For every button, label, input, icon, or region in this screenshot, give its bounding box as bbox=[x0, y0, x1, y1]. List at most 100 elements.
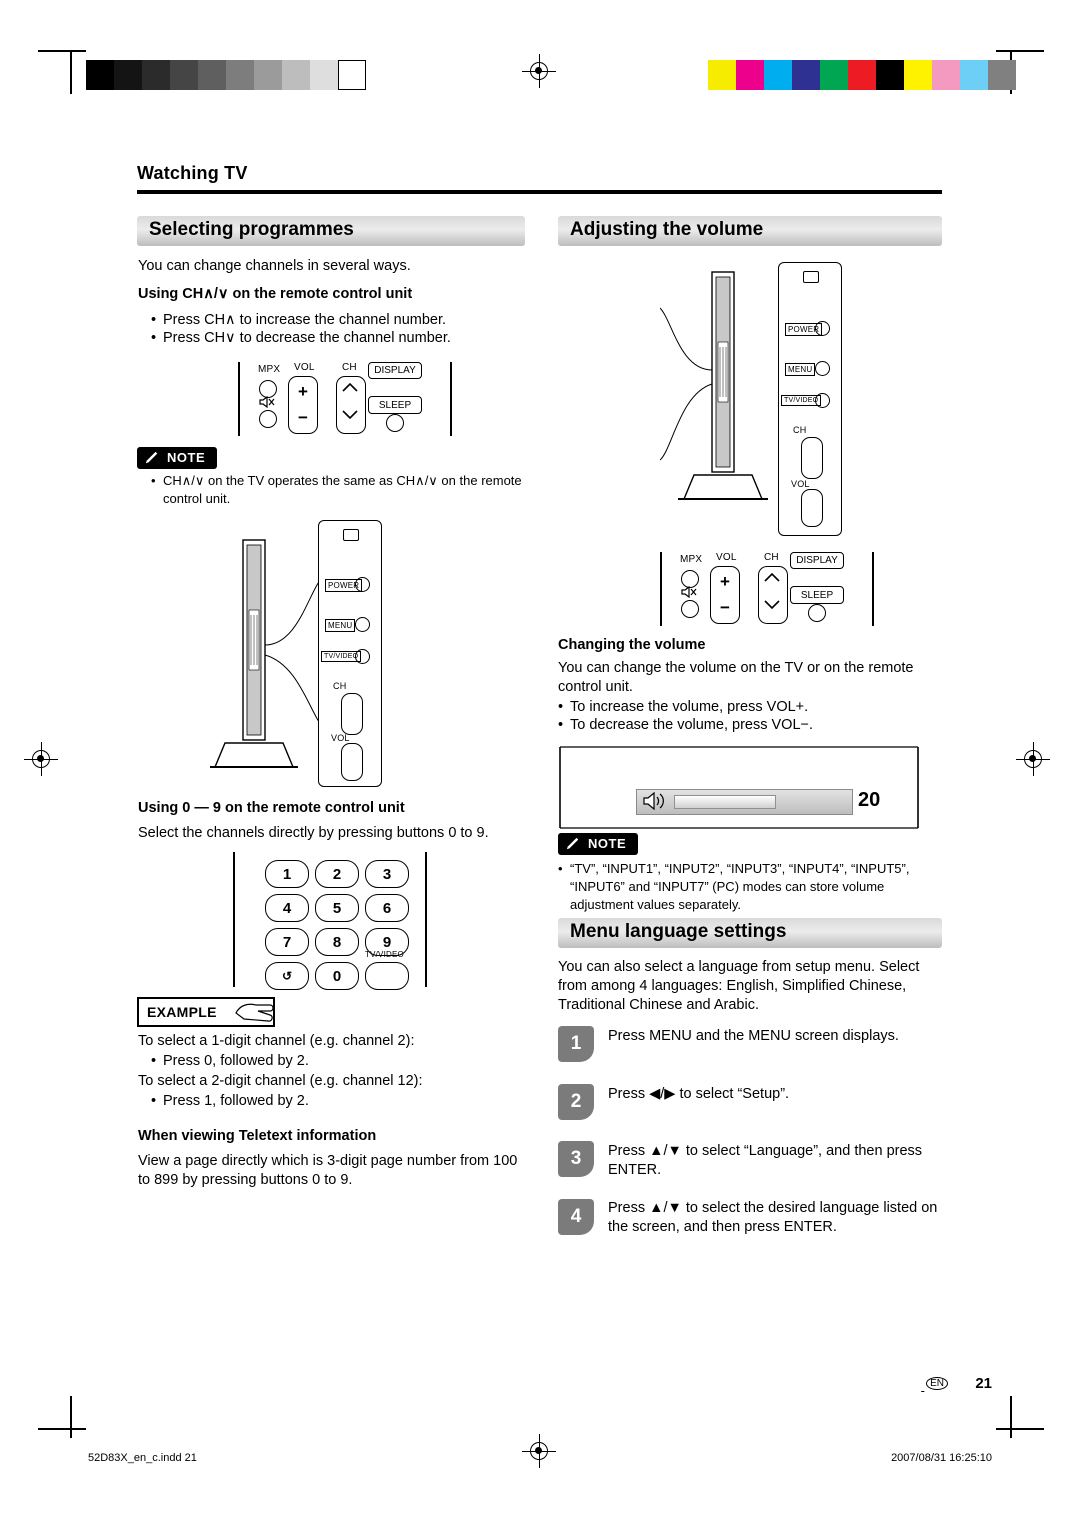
left-subheading-teletext: When viewing Teletext information bbox=[138, 1128, 377, 1144]
header-rule bbox=[137, 190, 942, 194]
numkey-3[interactable]: 3 bbox=[365, 860, 409, 888]
panel-right-key-vol[interactable] bbox=[801, 489, 823, 527]
numkey-1[interactable]: 1 bbox=[265, 860, 309, 888]
panel-key-ch[interactable] bbox=[341, 693, 363, 735]
banner-menu-language-label: Menu language settings bbox=[570, 921, 787, 942]
left-number-keys-text: Select the channels directly by pressing… bbox=[138, 825, 489, 841]
right-note-text: “TV”, “INPUT1”, “INPUT2”, “INPUT3”, “INP… bbox=[558, 860, 942, 914]
crop-mark-br-v bbox=[1010, 1396, 1012, 1438]
keypad-edge-right bbox=[425, 852, 427, 987]
numkey-7[interactable]: 7 bbox=[265, 928, 309, 956]
numkey-return[interactable]: ↺ bbox=[265, 962, 309, 990]
right-label-mpx: MPX bbox=[680, 554, 703, 565]
left-subheading-ch-keys: Using CH∧/∨ on the remote control unit bbox=[138, 286, 413, 302]
step-number-2: 2 bbox=[558, 1084, 594, 1120]
panel-key-power[interactable] bbox=[355, 577, 370, 592]
ch-down-icon bbox=[342, 410, 358, 420]
right-key-sleep[interactable]: SLEEP bbox=[790, 586, 844, 604]
example-line-1: To select a 1-digit channel (e.g. channe… bbox=[138, 1033, 415, 1049]
left-subheading-number-keys: Using 0 — 9 on the remote control unit bbox=[138, 800, 405, 816]
key-sleep[interactable]: SLEEP bbox=[368, 396, 422, 414]
numkey-8[interactable]: 8 bbox=[315, 928, 359, 956]
osd-screen-outline bbox=[559, 746, 919, 829]
label-vol-plus: + bbox=[298, 382, 309, 401]
right-key-mute[interactable] bbox=[681, 600, 699, 618]
step-number-1: 1 bbox=[558, 1026, 594, 1062]
right-label-vol-minus: − bbox=[720, 598, 731, 617]
example-label: EXAMPLE bbox=[147, 1004, 217, 1020]
panel-right-key-tvvideo[interactable] bbox=[815, 393, 830, 408]
crop-mark-tl-h bbox=[38, 50, 86, 52]
panel-right-key-menu[interactable] bbox=[815, 361, 830, 376]
panel-right-label-menu: MENU bbox=[785, 363, 816, 376]
crop-mark-tl-v bbox=[70, 52, 72, 94]
panel-right-key-power[interactable] bbox=[815, 321, 830, 336]
label-vol-minus: − bbox=[298, 408, 309, 427]
left-note-text: CH∧/∨ on the TV operates the same as CH∧… bbox=[151, 472, 533, 508]
volume-value: 20 bbox=[858, 789, 881, 811]
numkey-5[interactable]: 5 bbox=[315, 894, 359, 922]
footer-filename: 52D83X_en_c.indd 21 bbox=[88, 1452, 197, 1464]
panel-label-menu: MENU bbox=[325, 619, 356, 632]
remote-right-edge-right bbox=[872, 552, 874, 626]
registration-target-right bbox=[1016, 742, 1050, 776]
step-text-1: Press MENU and the MENU screen displays. bbox=[608, 1028, 899, 1044]
step-text-4: Press ▲/▼ to select the desired language… bbox=[608, 1200, 938, 1235]
step-text-3: Press ▲/▼ to select “Language”, and then… bbox=[608, 1143, 923, 1178]
panel-key-vol[interactable] bbox=[341, 743, 363, 781]
volume-level-fill bbox=[674, 795, 776, 809]
note-badge-left-label: NOTE bbox=[167, 450, 206, 465]
panel-right-label-vol: VOL bbox=[791, 479, 810, 489]
left-intro-text: You can change channels in several ways. bbox=[138, 258, 411, 274]
numkey-tvvideo[interactable] bbox=[365, 962, 409, 990]
right-label-vol: VOL bbox=[716, 552, 737, 563]
panel-right-label-ch: CH bbox=[793, 425, 807, 435]
left-bullet-decrease: Press CH∨ to decrease the channel number… bbox=[151, 329, 543, 348]
footer-timestamp: 2007/08/31 16:25:10 bbox=[891, 1452, 992, 1464]
banner-selecting-programmes-label: Selecting programmes bbox=[149, 219, 354, 240]
panel-key-tvvideo[interactable] bbox=[355, 649, 370, 664]
right-subheading-changing-volume: Changing the volume bbox=[558, 637, 706, 653]
right-menu-language-text: You can also select a language from setu… bbox=[558, 959, 920, 1013]
right-key-round[interactable] bbox=[808, 604, 826, 622]
page-number-dash: - bbox=[920, 1383, 925, 1398]
note-badge-right: NOTE bbox=[558, 833, 638, 855]
remote-right-edge-left bbox=[660, 552, 662, 626]
example-line-2: To select a 2-digit channel (e.g. channe… bbox=[138, 1073, 423, 1089]
example-bullet-1: Press 0, followed by 2. bbox=[151, 1052, 543, 1071]
right-label-ch: CH bbox=[764, 552, 779, 563]
panel-key-menu[interactable] bbox=[355, 617, 370, 632]
label-vol: VOL bbox=[294, 362, 315, 373]
key-display[interactable]: DISPLAY bbox=[368, 362, 422, 379]
step-text-2: Press ◀/▶ to select “Setup”. bbox=[608, 1086, 790, 1102]
panel-right-key-ch[interactable] bbox=[801, 437, 823, 479]
pencil-icon bbox=[145, 451, 158, 464]
key-mute[interactable] bbox=[259, 410, 277, 428]
numkey-6[interactable]: 6 bbox=[365, 894, 409, 922]
remote-numeric-keypad: 1 2 3 4 5 6 7 8 9 ↺ 0 TV/VIDEO bbox=[233, 848, 433, 993]
remote-key-group-right: MPX VOL CH DISPLAY + − SLEEP bbox=[660, 548, 880, 630]
right-ch-down-icon bbox=[764, 600, 780, 610]
right-key-display[interactable]: DISPLAY bbox=[790, 552, 844, 569]
crop-mark-br-h bbox=[996, 1428, 1044, 1430]
page-number: 21 bbox=[975, 1375, 992, 1392]
mute-icon bbox=[259, 396, 275, 408]
banner-adjusting-volume: Adjusting the volume bbox=[558, 216, 942, 246]
keypad-label-tvvideo: TV/VIDEO bbox=[365, 950, 404, 959]
numkey-2[interactable]: 2 bbox=[315, 860, 359, 888]
left-bullet-increase: Press CH∧ to increase the channel number… bbox=[151, 311, 543, 330]
registration-target-left bbox=[24, 742, 58, 776]
step-number-3: 3 bbox=[558, 1141, 594, 1177]
numkey-0[interactable]: 0 bbox=[315, 962, 359, 990]
crop-mark-bl-h bbox=[38, 1428, 86, 1430]
crop-mark-bl-v bbox=[70, 1396, 72, 1438]
registration-target-bottom bbox=[522, 1434, 556, 1468]
key-round-right[interactable] bbox=[386, 414, 404, 432]
en-mark: EN bbox=[926, 1377, 948, 1390]
ch-up-icon bbox=[342, 382, 358, 392]
left-teletext-text: View a page directly which is 3-digit pa… bbox=[138, 1153, 518, 1188]
remote-edge-left bbox=[238, 362, 240, 436]
numkey-4[interactable]: 4 bbox=[265, 894, 309, 922]
step-number-4: 4 bbox=[558, 1199, 594, 1235]
grayscale-swatch-bar bbox=[86, 60, 366, 90]
